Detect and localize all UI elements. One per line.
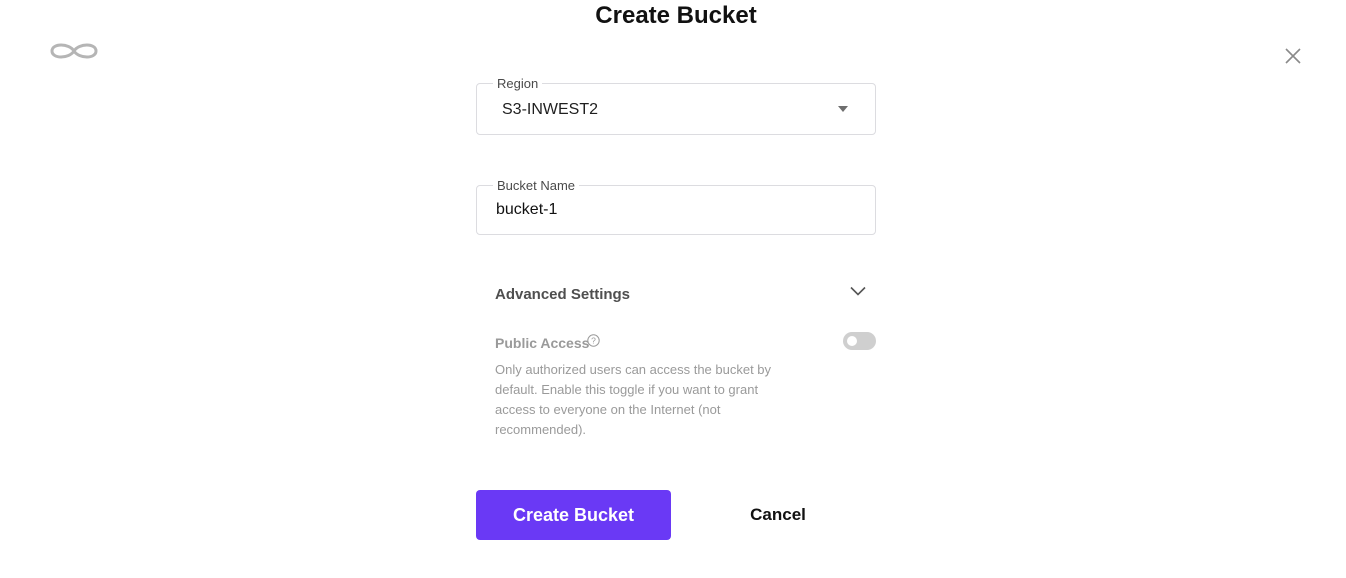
create-bucket-dialog: Create Bucket Region S3-INWEST2 Bucket N… xyxy=(0,0,1346,578)
chevron-down-icon xyxy=(850,286,866,296)
toggle-knob xyxy=(847,336,857,346)
public-access-label: Public Access xyxy=(495,335,590,351)
close-button[interactable] xyxy=(1282,45,1304,67)
bucket-name-input[interactable] xyxy=(496,199,856,221)
create-bucket-button[interactable]: Create Bucket xyxy=(476,490,671,540)
advanced-settings-toggle[interactable]: Advanced Settings xyxy=(495,280,870,308)
public-access-toggle[interactable] xyxy=(843,332,876,350)
region-select[interactable]: Region S3-INWEST2 xyxy=(476,76,876,135)
cancel-button[interactable]: Cancel xyxy=(722,502,834,528)
infinity-logo-icon xyxy=(49,40,99,62)
public-access-description: Only authorized users can access the buc… xyxy=(495,362,772,437)
region-label: Region xyxy=(493,76,543,92)
close-icon xyxy=(1285,48,1301,64)
bucket-name-field: Bucket Name xyxy=(476,178,876,235)
region-value: S3-INWEST2 xyxy=(502,101,599,118)
dialog-title: Create Bucket xyxy=(595,2,757,29)
bucket-name-label: Bucket Name xyxy=(493,178,580,194)
svg-text:?: ? xyxy=(591,336,596,346)
help-icon[interactable]: ? xyxy=(587,334,600,347)
dropdown-arrow-icon xyxy=(838,106,848,112)
advanced-settings-label: Advanced Settings xyxy=(495,286,631,303)
